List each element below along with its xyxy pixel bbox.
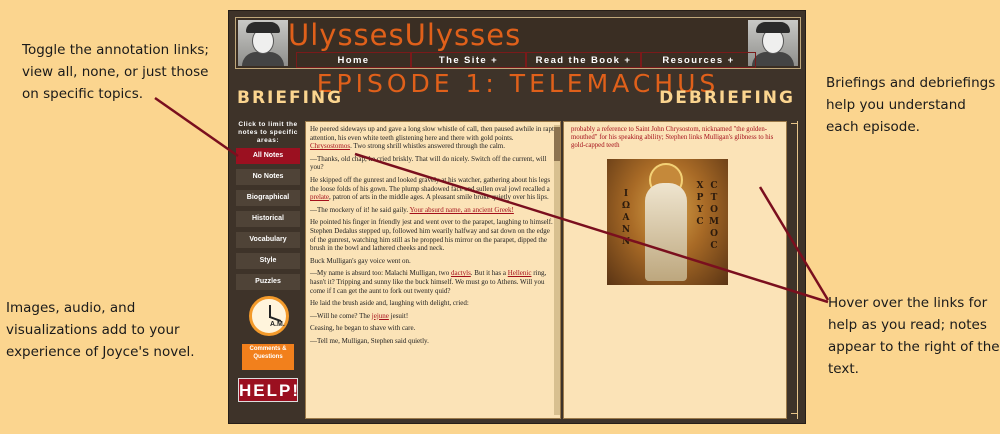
mosaic-letter: Ρ bbox=[696, 193, 704, 203]
filter-heading: Click to limit the notes to specific are… bbox=[238, 121, 298, 144]
mosaic-letter: Α bbox=[622, 213, 630, 223]
text-scrollbar[interactable] bbox=[554, 125, 560, 415]
filter-all-notes[interactable]: All Notes bbox=[236, 148, 300, 164]
annotation-link[interactable]: Your absurd name, an ancient Greek! bbox=[410, 206, 514, 214]
mosaic-letter: Ν bbox=[621, 225, 631, 235]
paragraph: He laid the brush aside and, laughing wi… bbox=[310, 299, 469, 308]
mosaic-letter: Μ bbox=[709, 217, 719, 227]
annotation-toggle-notes: Toggle the annotation links; view all, n… bbox=[22, 42, 209, 102]
mosaic-letter: Υ bbox=[696, 205, 704, 215]
filter-biographical[interactable]: Biographical bbox=[236, 190, 300, 206]
annotation-hover-links: Hover over the links for help as you rea… bbox=[828, 295, 1000, 377]
filter-no-notes[interactable]: No Notes bbox=[236, 169, 300, 185]
note-text: probably a reference to Saint John Chrys… bbox=[571, 126, 774, 149]
mosaic-letter: Ν bbox=[621, 237, 631, 247]
nav-read-the-book[interactable]: Read the Book + bbox=[526, 52, 641, 68]
nav-the-site[interactable]: The Site + bbox=[411, 52, 526, 68]
paragraph: He skipped off the gunrest and looked gr… bbox=[310, 175, 551, 202]
mosaic-letter: I bbox=[623, 189, 629, 199]
paragraph: —My name is absurd too: Malachi Mulligan… bbox=[310, 269, 547, 295]
paragraph: He peered sideways up and gave a long sl… bbox=[310, 125, 554, 151]
clock-icon[interactable]: A.M. bbox=[249, 296, 289, 336]
annotation-media: Images, audio, and visualizations add to… bbox=[6, 300, 195, 360]
annotation-link[interactable]: jejune bbox=[372, 312, 389, 320]
site-logo[interactable]: UlyssesUlysses bbox=[288, 18, 521, 52]
annotation-link[interactable]: Chrysostomos bbox=[310, 142, 350, 150]
clock-label: A.M. bbox=[270, 321, 285, 328]
briefing-link[interactable]: BRIEFING bbox=[237, 88, 343, 108]
callout-line-notes bbox=[154, 96, 239, 158]
paragraph: Buck Mulligan's gay voice went on. bbox=[310, 256, 411, 265]
notes-filter-sidebar: Click to limit the notes to specific are… bbox=[235, 121, 301, 402]
annotation-link[interactable]: Hellenic bbox=[508, 269, 532, 277]
annotation-link[interactable]: dactyls bbox=[451, 269, 471, 277]
mosaic-letter: Ο bbox=[710, 229, 718, 239]
filter-style[interactable]: Style bbox=[236, 253, 300, 269]
site-screenshot: UlyssesUlysses Home The Site + Read the … bbox=[228, 10, 806, 424]
filter-historical[interactable]: Historical bbox=[236, 211, 300, 227]
novel-text-pane: He peered sideways up and gave a long sl… bbox=[305, 121, 561, 419]
comments-questions-button[interactable]: Comments & Questions bbox=[242, 344, 294, 370]
saint-figure bbox=[645, 183, 687, 281]
main-nav: Home The Site + Read the Book + Resource… bbox=[296, 52, 756, 68]
mosaic-letter: Ϲ bbox=[710, 181, 718, 191]
mosaic-letter: Ω bbox=[621, 201, 630, 211]
debriefing-link[interactable]: DEBRIEFING bbox=[659, 88, 795, 108]
paragraph: —Thanks, old chap, he cried briskly. Tha… bbox=[310, 154, 547, 172]
paragraph: —Tell me, Mulligan, Stephen said quietly… bbox=[310, 336, 429, 345]
chrysostom-mosaic-image[interactable]: I Ω Α Ν Ν Χ Ρ Υ Ϲ Ϲ Τ Ο Μ Ο Ϲ bbox=[607, 159, 728, 285]
annotation-briefings: Briefings and debriefings help you under… bbox=[826, 75, 996, 135]
mosaic-letter: Ο bbox=[710, 205, 718, 215]
annotation-link[interactable]: prelate bbox=[310, 193, 329, 201]
nav-home[interactable]: Home bbox=[296, 52, 411, 68]
mosaic-letter: Χ bbox=[696, 181, 704, 191]
paragraph: —Will he come? The jejune jesuit! bbox=[310, 311, 409, 320]
filter-puzzles[interactable]: Puzzles bbox=[236, 274, 300, 290]
help-button[interactable]: HELP! bbox=[238, 378, 298, 402]
site-banner: UlyssesUlysses Home The Site + Read the … bbox=[235, 17, 801, 69]
mosaic-letter: Τ bbox=[710, 193, 718, 203]
nav-resources[interactable]: Resources + bbox=[641, 52, 756, 68]
note-pane: probably a reference to Saint John Chrys… bbox=[563, 121, 787, 419]
joyce-portrait-left bbox=[238, 20, 288, 66]
filter-vocabulary[interactable]: Vocabulary bbox=[236, 232, 300, 248]
mosaic-letter: Ϲ bbox=[710, 241, 718, 251]
paragraph: He pointed his finger in friendly jest a… bbox=[310, 218, 553, 253]
scrollbar-thumb[interactable] bbox=[554, 127, 560, 161]
paragraph: Ceasing, he began to shave with care. bbox=[310, 324, 416, 333]
mosaic-letter: Ϲ bbox=[696, 217, 704, 227]
paragraph: —The mockery of it! he said gaily. Your … bbox=[310, 205, 514, 214]
debriefing-rail bbox=[791, 121, 799, 419]
